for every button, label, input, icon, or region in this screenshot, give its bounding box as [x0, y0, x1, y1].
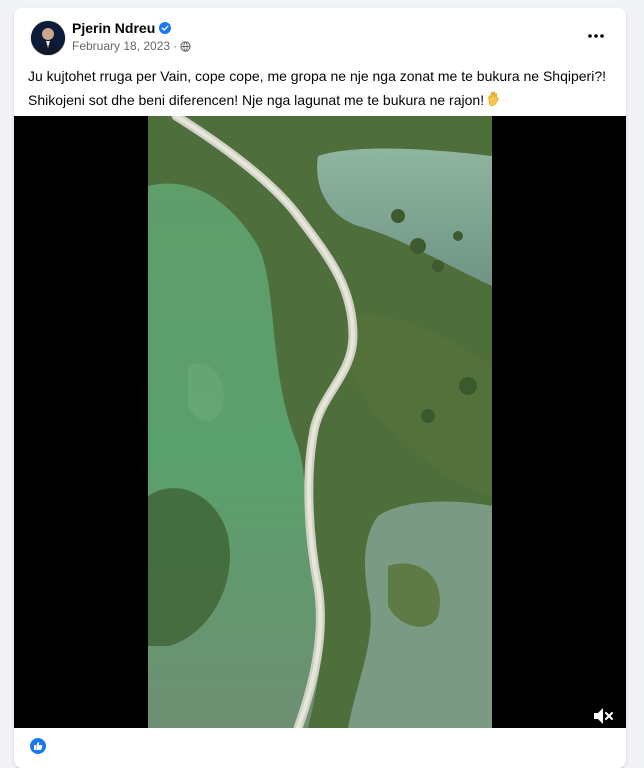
post-date[interactable]: February 18, 2023 — [72, 39, 170, 53]
globe-icon[interactable] — [180, 40, 191, 52]
reactions-summary[interactable] — [30, 738, 46, 754]
more-dots-icon — [588, 34, 604, 38]
post-text-line-1: Ju kujtohet rruga per Vain, cope cope, m… — [28, 68, 606, 84]
speaker-muted-icon[interactable] — [592, 706, 614, 726]
author-avatar[interactable] — [31, 21, 65, 55]
video-player[interactable] — [14, 116, 626, 728]
post-text-line-2-content: Shikojeni sot dhe beni diferencen! Nje n… — [28, 92, 485, 108]
more-options-button[interactable] — [580, 24, 612, 48]
meta-separator: · — [173, 39, 178, 53]
aerial-lagoon-road-frame — [148, 116, 492, 728]
post-header: Pjerin Ndreu February 18, 2023 · — [14, 8, 626, 68]
post-text: Ju kujtohet rruga per Vain, cope cope, m… — [28, 64, 618, 114]
verified-badge-icon — [159, 22, 172, 34]
ok-hand-icon — [486, 90, 500, 114]
author-row: Pjerin Ndreu — [72, 20, 172, 36]
post-card: Pjerin Ndreu February 18, 2023 · Ju kujt… — [14, 8, 626, 768]
post-meta: February 18, 2023 · — [72, 39, 191, 53]
like-icon — [30, 738, 46, 754]
post-text-line-2: Shikojeni sot dhe beni diferencen! Nje n… — [28, 88, 618, 114]
post-footer — [14, 732, 626, 762]
author-name[interactable]: Pjerin Ndreu — [72, 20, 155, 36]
